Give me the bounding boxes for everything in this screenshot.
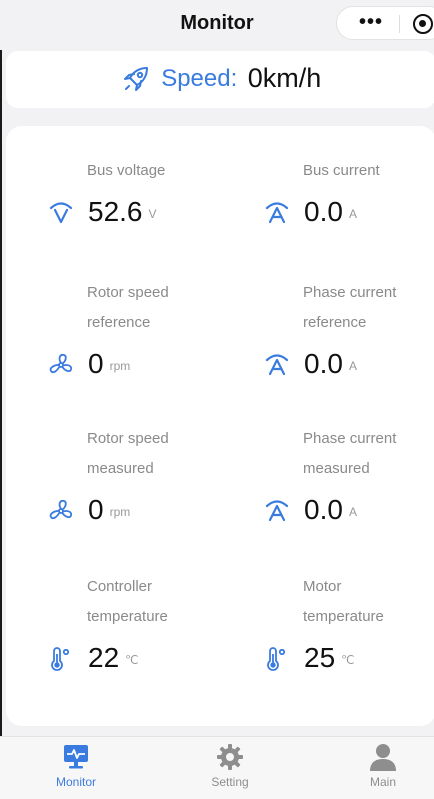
metric-unit: ℃: [125, 652, 139, 667]
metric-phase-current-reference: Phase current reference 0.0 A: [222, 278, 422, 386]
metric-unit: V: [148, 206, 157, 221]
metric-unit: A: [348, 358, 357, 373]
metric-rotor-speed-reference: Rotor speed reference 0 rpm: [6, 278, 206, 386]
metric-unit: rpm: [109, 504, 131, 519]
metrics-card: Bus voltage 52.6 V Bus current 0.0 A Rot…: [6, 126, 434, 726]
metric-label: Phase current reference: [303, 284, 397, 331]
capsule-divider: [399, 15, 400, 33]
current-a-icon: [265, 500, 289, 522]
metric-label: Rotor speed reference: [87, 284, 169, 331]
metric-unit: A: [348, 206, 357, 221]
metric-label: Phase current measured: [303, 430, 397, 477]
monitor-icon: [64, 745, 88, 769]
tab-label: Setting: [211, 775, 249, 789]
voltage-v-icon: [49, 202, 73, 224]
metric-label: Motor temperature: [303, 578, 384, 625]
metric-value: 0 rpm: [88, 348, 131, 379]
speed-label: Speed:: [161, 64, 238, 92]
gear-icon: [217, 744, 243, 770]
metric-label: Controller temperature: [87, 578, 168, 625]
tab-setting[interactable]: Setting: [190, 743, 270, 789]
speed-value: 0km/h: [247, 63, 322, 93]
metric-unit: A: [348, 504, 357, 519]
metric-controller-temperature: Controller temperature 22 ℃: [6, 572, 206, 680]
metric-label: Bus current: [303, 162, 380, 179]
tab-bar: Monitor Setting Main: [0, 736, 434, 799]
metric-label: Rotor speed measured: [87, 430, 169, 477]
rocket-icon: [123, 66, 148, 91]
thermometer-icon: [51, 647, 70, 671]
current-a-icon: [265, 202, 289, 224]
metric-value: 25 ℃: [304, 642, 355, 673]
metric-unit: ℃: [341, 652, 355, 667]
tab-main[interactable]: Main: [343, 743, 423, 789]
metric-value: 0.0 A: [304, 348, 357, 379]
metric-label: Bus voltage: [87, 162, 166, 179]
target-icon[interactable]: [413, 14, 433, 34]
fan-icon: [49, 499, 73, 520]
metric-value: 52.6 V: [88, 196, 157, 227]
metric-motor-temperature: Motor temperature 25 ℃: [222, 572, 422, 680]
nav-header: Monitor •••: [0, 0, 434, 50]
metric-bus-voltage: Bus voltage 52.6 V: [6, 156, 206, 234]
metric-value: 0.0 A: [304, 196, 357, 227]
tab-monitor[interactable]: Monitor: [36, 743, 116, 789]
fan-icon: [49, 353, 73, 374]
current-a-icon: [265, 354, 289, 376]
speed-card: Speed: 0km/h: [6, 51, 434, 108]
metric-value: 22 ℃: [88, 642, 139, 673]
user-icon: [370, 744, 396, 771]
tab-label: Monitor: [55, 775, 96, 789]
thermometer-icon: [267, 647, 286, 671]
tab-label: Main: [369, 775, 396, 789]
more-dots-icon[interactable]: •••: [359, 11, 383, 34]
metric-rotor-speed-measured: Rotor speed measured 0 rpm: [6, 424, 206, 532]
metric-phase-current-measured: Phase current measured 0.0 A: [222, 424, 422, 532]
metric-unit: rpm: [109, 358, 131, 373]
metric-value: 0 rpm: [88, 494, 131, 525]
metric-value: 0.0 A: [304, 494, 357, 525]
menu-capsule: •••: [336, 6, 434, 40]
metric-bus-current: Bus current 0.0 A: [222, 156, 422, 234]
